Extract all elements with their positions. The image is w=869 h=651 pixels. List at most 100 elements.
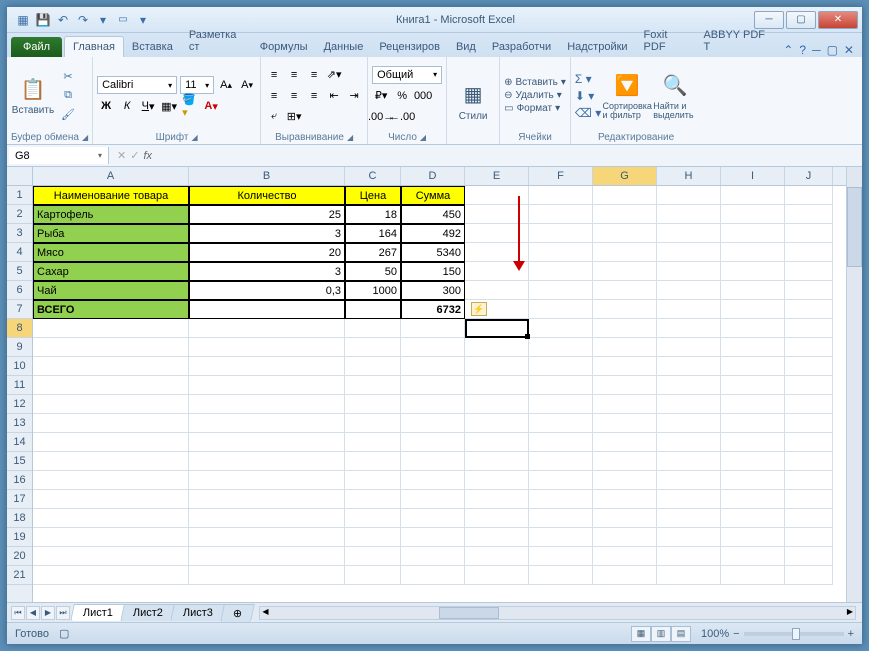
- cell[interactable]: [33, 471, 189, 490]
- tab-abbyy[interactable]: ABBYY PDF T: [695, 25, 775, 57]
- dec-decimal-icon[interactable]: ←.00: [393, 108, 411, 126]
- cell[interactable]: [189, 471, 345, 490]
- cell[interactable]: [785, 205, 833, 224]
- qat-dropdown-icon[interactable]: ▾: [135, 12, 151, 28]
- row-header-13[interactable]: 13: [7, 414, 32, 433]
- cells-area[interactable]: Наименование товараКоличествоЦенаСуммаКа…: [33, 186, 846, 585]
- cell[interactable]: [721, 471, 785, 490]
- cell[interactable]: [593, 300, 657, 319]
- cell[interactable]: [785, 509, 833, 528]
- cell[interactable]: [33, 319, 189, 338]
- row-header-4[interactable]: 4: [7, 243, 32, 262]
- row-header-5[interactable]: 5: [7, 262, 32, 281]
- row-header-12[interactable]: 12: [7, 395, 32, 414]
- cell[interactable]: [345, 414, 401, 433]
- alignment-launcher-icon[interactable]: ◢: [347, 133, 353, 142]
- row-header-14[interactable]: 14: [7, 433, 32, 452]
- cell[interactable]: [529, 566, 593, 585]
- cell[interactable]: ВСЕГО: [33, 300, 189, 319]
- cell[interactable]: [785, 471, 833, 490]
- cell[interactable]: [345, 319, 401, 338]
- cell[interactable]: Сумма: [401, 186, 465, 205]
- cell[interactable]: [465, 433, 529, 452]
- col-header-A[interactable]: A: [33, 167, 189, 185]
- align-top-icon[interactable]: ≡: [265, 66, 283, 84]
- align-right-icon[interactable]: ≡: [305, 87, 323, 105]
- col-header-B[interactable]: B: [189, 167, 345, 185]
- cell[interactable]: [465, 509, 529, 528]
- new-sheet-button[interactable]: ⊕: [220, 604, 255, 622]
- cell[interactable]: [189, 490, 345, 509]
- shrink-font-icon[interactable]: A▾: [238, 76, 256, 94]
- sheet-nav-first-icon[interactable]: ⏮: [11, 606, 25, 620]
- cell[interactable]: [345, 395, 401, 414]
- cell[interactable]: [189, 376, 345, 395]
- cell[interactable]: [721, 224, 785, 243]
- cell[interactable]: [657, 205, 721, 224]
- zoom-out-icon[interactable]: −: [733, 628, 739, 640]
- cell[interactable]: 5340: [401, 243, 465, 262]
- cell[interactable]: [529, 338, 593, 357]
- cell[interactable]: [345, 338, 401, 357]
- cell[interactable]: [785, 357, 833, 376]
- cell[interactable]: [785, 414, 833, 433]
- col-header-J[interactable]: J: [785, 167, 833, 185]
- clear-icon[interactable]: ⌫ ▾: [575, 106, 601, 120]
- cell[interactable]: [401, 547, 465, 566]
- cell[interactable]: [529, 471, 593, 490]
- cell[interactable]: [593, 319, 657, 338]
- cell[interactable]: [465, 547, 529, 566]
- qat-more-icon[interactable]: ▾: [95, 12, 111, 28]
- doc-close-icon[interactable]: ✕: [844, 43, 854, 57]
- cell[interactable]: 3: [189, 224, 345, 243]
- row-header-20[interactable]: 20: [7, 547, 32, 566]
- cell[interactable]: [33, 452, 189, 471]
- cell[interactable]: [345, 357, 401, 376]
- cell[interactable]: [401, 528, 465, 547]
- vertical-scrollbar[interactable]: [846, 167, 862, 602]
- font-name-combo[interactable]: Calibri▾: [97, 76, 177, 94]
- cell[interactable]: [401, 433, 465, 452]
- autosum-icon[interactable]: Σ ▾: [575, 72, 601, 86]
- cell[interactable]: [785, 262, 833, 281]
- cell[interactable]: [593, 509, 657, 528]
- delete-cells-button[interactable]: ⊖Удалить ▾: [504, 90, 566, 101]
- doc-min-icon[interactable]: ─: [812, 43, 821, 57]
- cell[interactable]: [345, 300, 401, 319]
- cell[interactable]: 20: [189, 243, 345, 262]
- cell[interactable]: [529, 490, 593, 509]
- cell[interactable]: [657, 338, 721, 357]
- cell[interactable]: [465, 262, 529, 281]
- cell[interactable]: [657, 395, 721, 414]
- wrap-text-icon[interactable]: ⤶: [265, 108, 283, 126]
- cell[interactable]: [465, 452, 529, 471]
- row-header-7[interactable]: 7: [7, 300, 32, 319]
- sort-filter-button[interactable]: 🔽 Сортировка и фильтр: [605, 72, 649, 120]
- page-break-view-icon[interactable]: ▤: [671, 626, 691, 642]
- cell[interactable]: [657, 490, 721, 509]
- align-left-icon[interactable]: ≡: [265, 87, 283, 105]
- cell[interactable]: [189, 509, 345, 528]
- cell[interactable]: [345, 490, 401, 509]
- format-cells-button[interactable]: ▭Формат ▾: [504, 103, 566, 114]
- cell[interactable]: [721, 509, 785, 528]
- cell[interactable]: [345, 528, 401, 547]
- cell[interactable]: [33, 566, 189, 585]
- cell[interactable]: [657, 300, 721, 319]
- cell[interactable]: [345, 509, 401, 528]
- cell[interactable]: [785, 452, 833, 471]
- format-painter-icon[interactable]: 🖌: [59, 107, 77, 123]
- cell[interactable]: [529, 224, 593, 243]
- cell[interactable]: [785, 395, 833, 414]
- col-header-I[interactable]: I: [721, 167, 785, 185]
- cell[interactable]: [721, 528, 785, 547]
- redo-icon[interactable]: ↷: [75, 12, 91, 28]
- cell[interactable]: [189, 357, 345, 376]
- sheet-nav-last-icon[interactable]: ⏭: [56, 606, 70, 620]
- bold-icon[interactable]: Ж: [97, 97, 115, 115]
- name-box[interactable]: G8 ▾: [9, 147, 109, 164]
- cell[interactable]: [721, 566, 785, 585]
- cell[interactable]: [785, 338, 833, 357]
- col-header-F[interactable]: F: [529, 167, 593, 185]
- cell[interactable]: 0,3: [189, 281, 345, 300]
